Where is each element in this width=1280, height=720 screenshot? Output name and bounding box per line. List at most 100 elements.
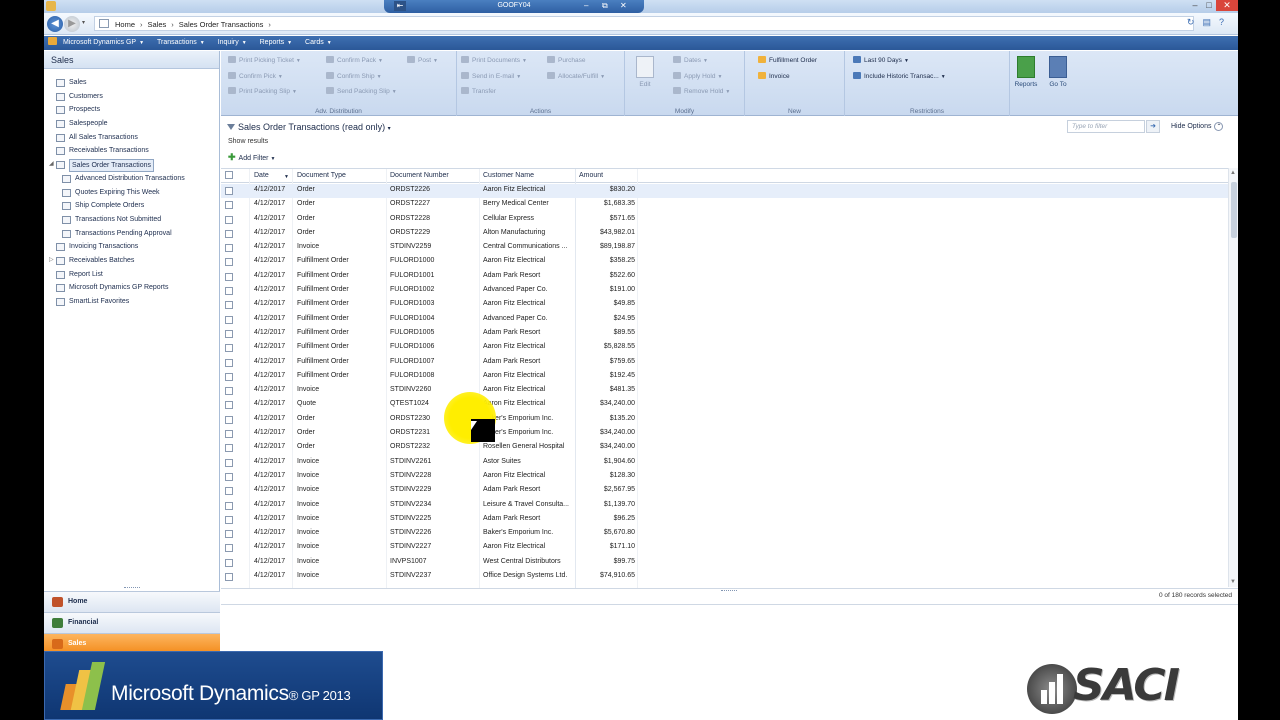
row-checkbox[interactable] bbox=[225, 315, 233, 324]
scroll-thumb[interactable] bbox=[1231, 182, 1237, 238]
scroll-down-icon[interactable]: ▼ bbox=[1230, 579, 1236, 585]
sidebar-item-receivables-transactions[interactable]: Receivables Transactions bbox=[44, 144, 220, 158]
nav-button-financial[interactable]: Financial bbox=[44, 612, 220, 633]
dates-button[interactable]: Dates ▼ bbox=[673, 56, 708, 64]
row-checkbox[interactable] bbox=[225, 229, 233, 238]
minimize-button[interactable]: – bbox=[1188, 0, 1202, 11]
row-checkbox[interactable] bbox=[225, 487, 233, 496]
crumb-sales-order-transactions[interactable]: Sales Order Transactions bbox=[179, 20, 264, 29]
table-row[interactable]: 4/12/2017 Invoice STDINV2227 Aaron Fitz Ele… bbox=[221, 541, 1228, 555]
row-checkbox[interactable] bbox=[225, 244, 233, 253]
restore-icon[interactable]: ⧉ bbox=[602, 1, 608, 11]
column-document-type[interactable]: Document Type bbox=[297, 172, 346, 179]
row-checkbox[interactable] bbox=[225, 544, 233, 553]
invoice-button[interactable]: Invoice bbox=[758, 72, 790, 80]
remove-hold-button[interactable]: Remove Hold ▼ bbox=[673, 87, 730, 95]
print-packing-slip-button[interactable]: Print Packing Slip ▼ bbox=[228, 87, 297, 95]
table-row[interactable]: 4/12/2017 Invoice STDINV2237 Office Design … bbox=[221, 570, 1228, 584]
apply-hold-button[interactable]: Apply Hold ▼ bbox=[673, 72, 722, 80]
send-packing-slip-button[interactable]: Send Packing Slip ▼ bbox=[326, 87, 397, 95]
post-button[interactable]: Post ▼ bbox=[407, 56, 438, 64]
row-checkbox[interactable] bbox=[225, 372, 233, 381]
table-row[interactable]: 4/12/2017 Order ORDST2232 Rosellen General … bbox=[221, 441, 1228, 455]
table-row[interactable]: 4/12/2017 Order ORDST2226 Aaron Fitz Electr… bbox=[221, 184, 1228, 199]
confirm-pack-button[interactable]: Confirm Pack ▼ bbox=[326, 56, 383, 64]
table-row[interactable]: 4/12/2017 Invoice STDINV2259 Central Commun… bbox=[221, 241, 1228, 255]
table-row[interactable]: 4/12/2017 Fulfillment Order FULORD1001 Adam… bbox=[221, 270, 1228, 284]
splitter-grip[interactable] bbox=[124, 587, 140, 589]
forward-button[interactable]: ▶ bbox=[64, 16, 80, 32]
column-document-number[interactable]: Document Number bbox=[390, 172, 449, 179]
table-row[interactable]: 4/12/2017 Fulfillment Order FULORD1000 Aaro… bbox=[221, 255, 1228, 269]
menu-microsoft-dynamics-gp[interactable]: Microsoft Dynamics GP ▼ bbox=[59, 36, 151, 46]
table-row[interactable]: 4/12/2017 Quote QTEST1024 Aaron Fitz Electr… bbox=[221, 398, 1228, 412]
add-filter-button[interactable]: ✚ Add Filter ▼ bbox=[228, 152, 275, 163]
table-row[interactable]: 4/12/2017 Invoice STDINV2225 Adam Park Reso… bbox=[221, 513, 1228, 527]
print-icon[interactable]: ▤ bbox=[1202, 17, 1219, 27]
row-checkbox[interactable] bbox=[225, 458, 233, 467]
show-results-link[interactable]: Show results bbox=[228, 138, 268, 145]
sidebar-item-customers[interactable]: Customers bbox=[44, 90, 220, 104]
table-row[interactable]: 4/12/2017 Invoice STDINV2234 Leisure & Trav… bbox=[221, 499, 1228, 513]
table-row[interactable]: 4/12/2017 Fulfillment Order FULORD1005 Adam… bbox=[221, 327, 1228, 341]
table-row[interactable]: 4/12/2017 Order ORDST2227 Berry Medical Cen… bbox=[221, 198, 1228, 212]
vertical-scrollbar[interactable]: ▲ ▼ bbox=[1228, 168, 1238, 587]
row-checkbox[interactable] bbox=[225, 358, 233, 367]
table-row[interactable]: 4/12/2017 Invoice STDINV2229 Adam Park Reso… bbox=[221, 484, 1228, 498]
sidebar-item-smartlist-favorites[interactable]: SmartList Favorites bbox=[44, 295, 220, 309]
reports-button[interactable]: Reports bbox=[1014, 54, 1038, 104]
allocate-fulfill-button[interactable]: Allocate/Fulfill ▼ bbox=[547, 72, 605, 80]
table-row[interactable]: 4/12/2017 Invoice STDINV2261 Astor Suites $1… bbox=[221, 456, 1228, 470]
table-row[interactable]: 4/12/2017 Fulfillment Order FULORD1007 Adam… bbox=[221, 356, 1228, 370]
transfer-button[interactable]: Transfer bbox=[461, 87, 496, 95]
maximize-button[interactable]: □ bbox=[1202, 0, 1216, 11]
confirm-pick-button[interactable]: Confirm Pick ▼ bbox=[228, 72, 283, 80]
back-button[interactable]: ◀ bbox=[47, 16, 63, 32]
close-icon[interactable]: ✕ bbox=[620, 1, 627, 11]
sidebar-item-sales-order-transactions[interactable]: ◢ Sales Order Transactions bbox=[44, 158, 220, 173]
last-90-days-dropdown[interactable]: Last 90 Days ▼ bbox=[853, 56, 909, 64]
row-checkbox[interactable] bbox=[225, 501, 233, 510]
row-checkbox[interactable] bbox=[225, 301, 233, 310]
edit-button[interactable]: Edit bbox=[633, 54, 657, 104]
table-row[interactable]: 4/12/2017 Fulfillment Order FULORD1004 Adva… bbox=[221, 313, 1228, 327]
table-row[interactable]: 4/12/2017 Order ORDST2228 Cellular Express $… bbox=[221, 213, 1228, 227]
column-customer-name[interactable]: Customer Name bbox=[483, 172, 534, 179]
sidebar-item-receivables-batches[interactable]: ▷ Receivables Batches bbox=[44, 254, 220, 268]
nav-button-home[interactable]: Home bbox=[44, 591, 220, 612]
table-row[interactable]: 4/12/2017 Order ORDST2231 Baker's Emporium … bbox=[221, 427, 1228, 441]
include-historic-dropdown[interactable]: Include Historic Transac... ▼ bbox=[853, 72, 946, 80]
table-row[interactable]: 4/12/2017 Invoice STDINV2228 Aaron Fitz Ele… bbox=[221, 470, 1228, 484]
row-checkbox[interactable] bbox=[225, 187, 233, 195]
filter-go-button[interactable]: ➜ bbox=[1146, 120, 1160, 133]
confirm-ship-button[interactable]: Confirm Ship ▼ bbox=[326, 72, 382, 80]
row-checkbox[interactable] bbox=[225, 515, 233, 524]
go-to-button[interactable]: Go To bbox=[1046, 54, 1070, 104]
print-picking-ticket-button[interactable]: Print Picking Ticket ▼ bbox=[228, 56, 301, 64]
menu-inquiry[interactable]: Inquiry ▼ bbox=[214, 36, 254, 46]
column-amount[interactable]: Amount bbox=[579, 172, 603, 179]
minimize-icon[interactable]: – bbox=[584, 1, 588, 11]
row-checkbox[interactable] bbox=[225, 444, 233, 453]
menu-cards[interactable]: Cards ▼ bbox=[301, 36, 339, 46]
row-checkbox[interactable] bbox=[225, 387, 233, 396]
menu-transactions[interactable]: Transactions ▼ bbox=[153, 36, 212, 46]
sidebar-item-sales[interactable]: Sales bbox=[44, 76, 220, 90]
hide-options-button[interactable]: Hide Options ⌃ bbox=[1171, 122, 1224, 131]
sidebar-item-transactions-pending-approval[interactable]: Transactions Pending Approval bbox=[44, 227, 220, 241]
print-documents-button[interactable]: Print Documents ▼ bbox=[461, 56, 527, 64]
column-date[interactable]: Date bbox=[254, 172, 269, 179]
sidebar-item-prospects[interactable]: Prospects bbox=[44, 103, 220, 117]
expand-icon[interactable]: ▷ bbox=[49, 254, 54, 268]
fulfillment-order-button[interactable]: Fulfillment Order bbox=[758, 56, 817, 64]
row-checkbox[interactable] bbox=[225, 201, 233, 210]
table-row[interactable]: 4/12/2017 Fulfillment Order FULORD1003 Aaro… bbox=[221, 298, 1228, 312]
sidebar-item-report-list[interactable]: Report List bbox=[44, 268, 220, 282]
table-row[interactable]: 4/12/2017 Invoice STDINV2226 Baker's Empori… bbox=[221, 527, 1228, 541]
sidebar-item-advanced-distribution-transactions[interactable]: Advanced Distribution Transactions bbox=[44, 172, 220, 186]
sidebar-item-salespeople[interactable]: Salespeople bbox=[44, 117, 220, 131]
sidebar-item-all-sales-transactions[interactable]: All Sales Transactions bbox=[44, 131, 220, 145]
refresh-icon[interactable]: ↻ bbox=[1187, 17, 1203, 27]
splitter-grip[interactable] bbox=[721, 590, 737, 591]
scroll-up-icon[interactable]: ▲ bbox=[1230, 170, 1236, 176]
